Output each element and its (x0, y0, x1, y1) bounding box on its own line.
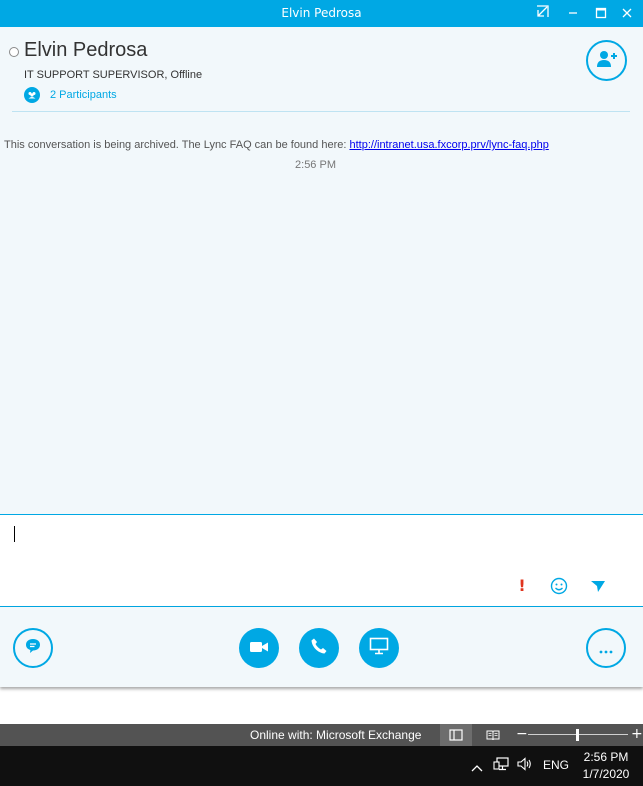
volume-button[interactable] (516, 756, 532, 776)
zoom-out-button[interactable]: − (516, 726, 528, 742)
more-options-button[interactable] (586, 628, 626, 668)
normal-view-icon (449, 726, 463, 745)
chevron-up-icon (471, 757, 483, 776)
archive-notice-text: This conversation is being archived. The… (4, 139, 350, 151)
network-icon (493, 756, 509, 776)
minimize-icon (567, 4, 579, 23)
input-language[interactable]: ENG (543, 758, 569, 772)
volume-icon (516, 756, 532, 776)
reading-view-icon (486, 726, 500, 745)
participants-label: 2 Participants (50, 89, 117, 101)
participants-icon (24, 87, 40, 103)
phone-icon (310, 637, 328, 659)
present-screen-icon (369, 637, 389, 659)
normal-view-button[interactable] (440, 724, 472, 746)
network-button[interactable] (493, 756, 509, 776)
archive-notice: This conversation is being archived. The… (4, 139, 549, 151)
send-icon (588, 581, 608, 600)
taskbar-clock[interactable]: 2:56 PM 1/7/2020 (580, 749, 632, 783)
smiley-icon (549, 577, 569, 600)
message-input[interactable] (6, 521, 626, 573)
text-caret (14, 526, 15, 542)
conversation-pane: Elvin Pedrosa IT SUPPORT SUPERVISOR, Off… (0, 27, 643, 514)
action-bar (0, 607, 643, 687)
video-call-button[interactable] (239, 628, 279, 668)
im-button[interactable] (13, 628, 53, 668)
status-bar: Online with: Microsoft Exchange − + (0, 724, 643, 746)
maximize-icon (595, 4, 607, 23)
clock-date: 1/7/2020 (582, 767, 630, 781)
contact-title-status: IT SUPPORT SUPERVISOR, Offline (24, 69, 203, 81)
popout-button[interactable] (526, 0, 558, 27)
header-divider (12, 111, 630, 112)
zoom-in-button[interactable]: + (631, 726, 643, 742)
reading-view-button[interactable] (477, 724, 509, 746)
close-button[interactable] (611, 0, 643, 27)
importance-button[interactable]: ! (516, 576, 528, 596)
popout-icon (535, 4, 549, 23)
add-participant-button[interactable] (586, 40, 627, 81)
send-button[interactable] (588, 576, 608, 596)
lync-faq-link[interactable]: http://intranet.usa.fxcorp.prv/lync-faq.… (349, 139, 548, 151)
participants-link[interactable]: 2 Participants (24, 87, 117, 103)
audio-call-button[interactable] (299, 628, 339, 668)
im-icon (24, 637, 42, 659)
show-hidden-icons-button[interactable] (469, 758, 485, 774)
message-timestamp: 2:56 PM (295, 159, 336, 171)
online-status-text: Online with: Microsoft Exchange (250, 728, 422, 742)
video-icon (249, 639, 269, 658)
close-icon (621, 4, 633, 23)
title-bar: Elvin Pedrosa (0, 0, 643, 27)
zoom-slider-thumb[interactable] (576, 729, 579, 741)
taskbar: ENG 2:56 PM 1/7/2020 (0, 746, 643, 786)
add-person-icon (596, 49, 618, 73)
presence-indicator (9, 47, 19, 57)
compose-area: ! (0, 514, 643, 607)
emoticon-button[interactable] (549, 576, 569, 596)
more-options-icon (598, 639, 614, 658)
present-button[interactable] (359, 628, 399, 668)
clock-time: 2:56 PM (583, 750, 629, 764)
contact-name[interactable]: Elvin Pedrosa (24, 39, 147, 62)
